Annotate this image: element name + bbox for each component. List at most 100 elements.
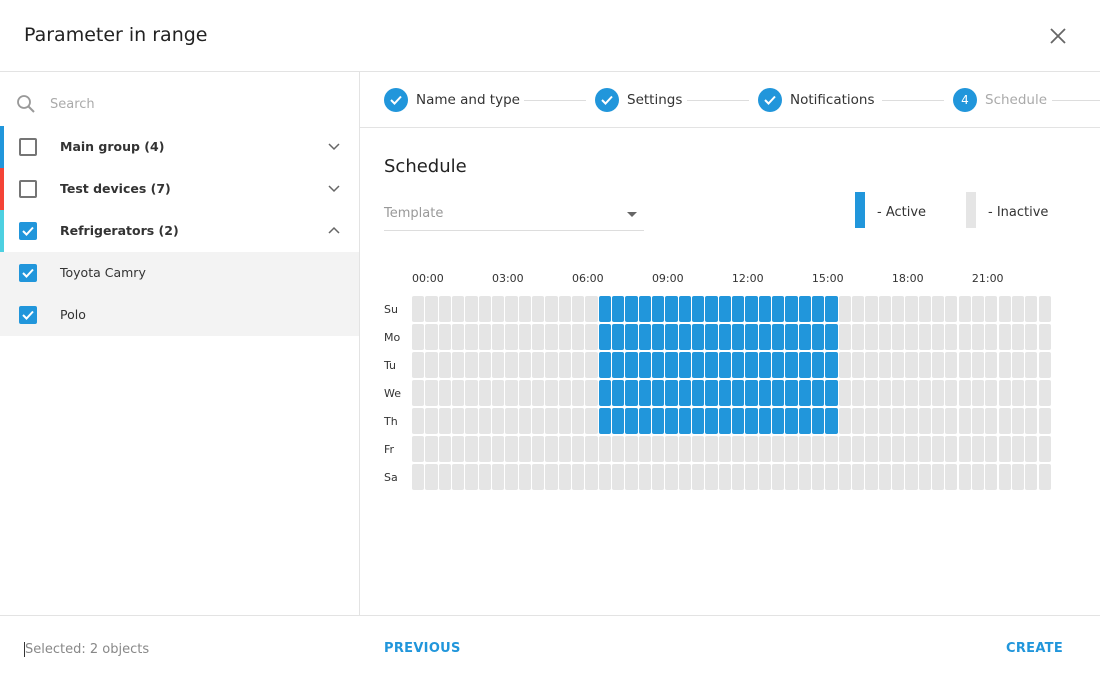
schedule-cell-inactive[interactable] <box>985 436 998 462</box>
schedule-cell-inactive[interactable] <box>865 380 878 406</box>
schedule-cell-inactive[interactable] <box>465 464 478 490</box>
schedule-cell-inactive[interactable] <box>785 436 798 462</box>
schedule-cell-active[interactable] <box>758 352 771 378</box>
schedule-cell-active[interactable] <box>771 352 785 378</box>
schedule-cell-inactive[interactable] <box>425 324 438 350</box>
schedule-cell-inactive[interactable] <box>505 352 518 378</box>
schedule-cell-active[interactable] <box>771 296 785 322</box>
schedule-cell-inactive[interactable] <box>518 436 531 462</box>
schedule-cell-active[interactable] <box>758 324 771 350</box>
schedule-cell-inactive[interactable] <box>971 324 985 350</box>
schedule-cell-inactive[interactable] <box>558 296 571 322</box>
schedule-cell-inactive[interactable] <box>958 408 971 434</box>
schedule-cell-active[interactable] <box>638 296 651 322</box>
schedule-cell-inactive[interactable] <box>851 436 865 462</box>
schedule-cell-inactive[interactable] <box>438 464 451 490</box>
schedule-cell-active[interactable] <box>745 352 758 378</box>
schedule-cell-active[interactable] <box>678 380 691 406</box>
schedule-cell-active[interactable] <box>638 408 651 434</box>
schedule-cell-inactive[interactable] <box>478 408 491 434</box>
schedule-cell-inactive[interactable] <box>1038 464 1051 490</box>
schedule-cell-active[interactable] <box>825 324 838 350</box>
schedule-cell-inactive[interactable] <box>931 324 945 350</box>
schedule-cell-inactive[interactable] <box>518 464 531 490</box>
schedule-cell-inactive[interactable] <box>918 464 931 490</box>
schedule-cell-inactive[interactable] <box>785 464 798 490</box>
schedule-cell-active[interactable] <box>705 352 718 378</box>
schedule-cell-inactive[interactable] <box>451 352 465 378</box>
schedule-cell-inactive[interactable] <box>412 464 425 490</box>
schedule-cell-inactive[interactable] <box>811 464 825 490</box>
schedule-cell-active[interactable] <box>665 352 678 378</box>
tree-group-test-devices[interactable]: Test devices (7) <box>0 168 359 210</box>
schedule-cell-inactive[interactable] <box>571 324 585 350</box>
schedule-cell-inactive[interactable] <box>985 380 998 406</box>
schedule-cell-inactive[interactable] <box>691 436 705 462</box>
schedule-cell-inactive[interactable] <box>571 296 585 322</box>
schedule-cell-inactive[interactable] <box>745 464 758 490</box>
schedule-cell-active[interactable] <box>691 296 705 322</box>
schedule-cell-active[interactable] <box>758 408 771 434</box>
schedule-cell-inactive[interactable] <box>825 436 838 462</box>
schedule-cell-inactive[interactable] <box>851 464 865 490</box>
schedule-cell-active[interactable] <box>718 324 731 350</box>
schedule-cell-inactive[interactable] <box>705 436 718 462</box>
schedule-cell-inactive[interactable] <box>558 324 571 350</box>
schedule-cell-inactive[interactable] <box>931 296 945 322</box>
schedule-cell-inactive[interactable] <box>438 436 451 462</box>
schedule-cell-inactive[interactable] <box>851 408 865 434</box>
schedule-cell-active[interactable] <box>691 408 705 434</box>
schedule-cell-inactive[interactable] <box>425 408 438 434</box>
schedule-cell-active[interactable] <box>651 408 665 434</box>
schedule-cell-inactive[interactable] <box>971 408 985 434</box>
schedule-cell-inactive[interactable] <box>412 352 425 378</box>
schedule-cell-inactive[interactable] <box>545 436 558 462</box>
schedule-cell-inactive[interactable] <box>971 352 985 378</box>
tree-group-refrigerators[interactable]: Refrigerators (2) <box>0 210 359 252</box>
schedule-cell-inactive[interactable] <box>531 380 545 406</box>
schedule-cell-inactive[interactable] <box>958 464 971 490</box>
checkbox[interactable] <box>19 306 37 324</box>
schedule-cell-active[interactable] <box>665 324 678 350</box>
schedule-cell-inactive[interactable] <box>945 352 958 378</box>
schedule-cell-active[interactable] <box>638 380 651 406</box>
schedule-cell-inactive[interactable] <box>705 464 718 490</box>
schedule-cell-inactive[interactable] <box>451 296 465 322</box>
template-select[interactable]: Template <box>384 200 644 231</box>
schedule-cell-active[interactable] <box>745 380 758 406</box>
schedule-cell-inactive[interactable] <box>531 296 545 322</box>
schedule-cell-inactive[interactable] <box>1011 464 1025 490</box>
schedule-cell-inactive[interactable] <box>585 324 598 350</box>
schedule-cell-inactive[interactable] <box>518 296 531 322</box>
schedule-cell-active[interactable] <box>665 380 678 406</box>
schedule-cell-inactive[interactable] <box>878 296 891 322</box>
schedule-cell-inactive[interactable] <box>905 324 918 350</box>
schedule-cell-active[interactable] <box>785 380 798 406</box>
schedule-cell-active[interactable] <box>598 408 611 434</box>
schedule-cell-active[interactable] <box>611 408 625 434</box>
schedule-cell-active[interactable] <box>678 408 691 434</box>
checkbox[interactable] <box>19 180 37 198</box>
schedule-cell-inactive[interactable] <box>971 296 985 322</box>
schedule-cell-active[interactable] <box>758 296 771 322</box>
schedule-cell-inactive[interactable] <box>865 296 878 322</box>
schedule-cell-inactive[interactable] <box>598 436 611 462</box>
schedule-cell-active[interactable] <box>665 408 678 434</box>
schedule-cell-inactive[interactable] <box>1038 436 1051 462</box>
schedule-cell-inactive[interactable] <box>571 436 585 462</box>
schedule-cell-active[interactable] <box>718 380 731 406</box>
schedule-cell-inactive[interactable] <box>958 352 971 378</box>
schedule-cell-active[interactable] <box>798 296 811 322</box>
schedule-cell-inactive[interactable] <box>545 324 558 350</box>
schedule-cell-inactive[interactable] <box>1025 436 1038 462</box>
schedule-cell-active[interactable] <box>718 352 731 378</box>
schedule-cell-inactive[interactable] <box>998 408 1011 434</box>
schedule-cell-inactive[interactable] <box>838 464 851 490</box>
schedule-cell-active[interactable] <box>705 408 718 434</box>
schedule-cell-inactive[interactable] <box>958 380 971 406</box>
schedule-cell-inactive[interactable] <box>451 464 465 490</box>
tree-group-main-group[interactable]: Main group (4) <box>0 126 359 168</box>
schedule-cell-inactive[interactable] <box>731 464 745 490</box>
schedule-cell-active[interactable] <box>825 296 838 322</box>
schedule-cell-inactive[interactable] <box>958 296 971 322</box>
